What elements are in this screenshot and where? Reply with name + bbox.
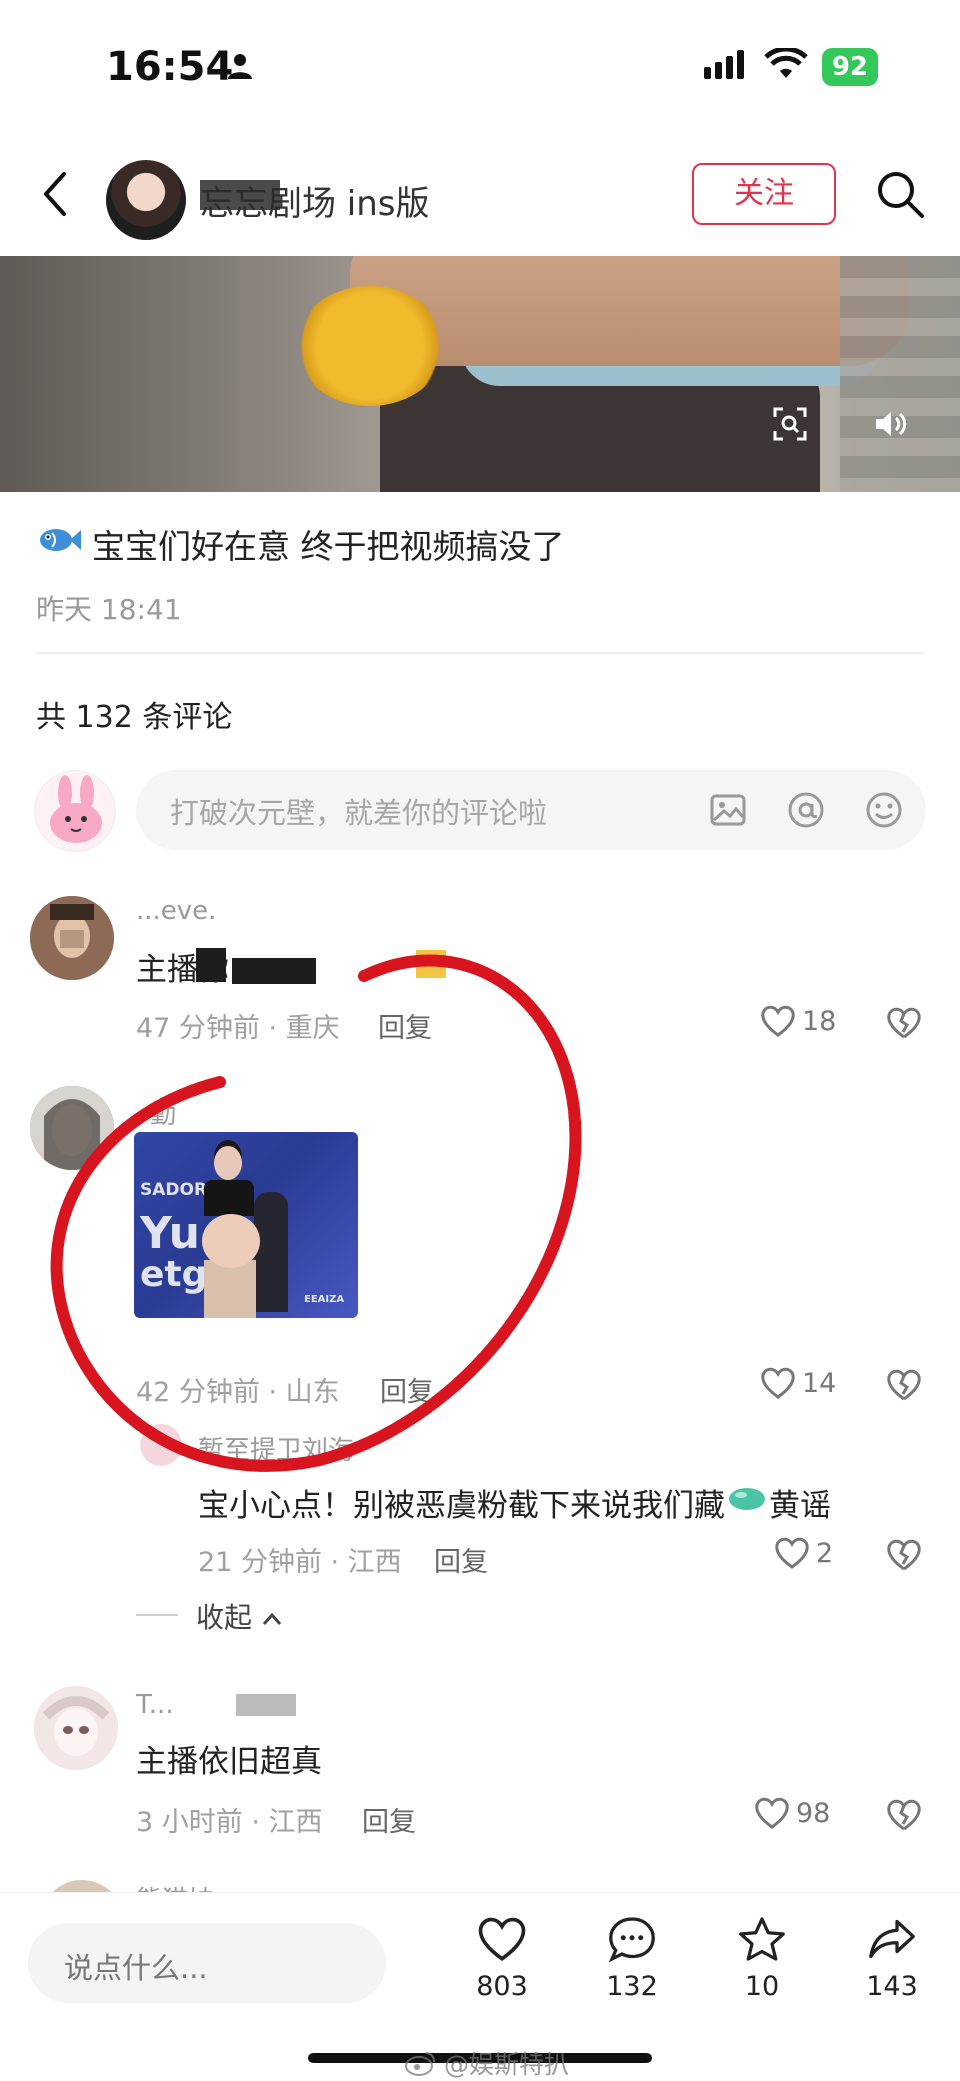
mosaic-block bbox=[236, 1694, 296, 1716]
bottom-action-bar: 说点什么... 803 132 10 143 @娱斯特扒 bbox=[0, 1892, 960, 2081]
comment-time-location: 21 分钟前 · 江西 bbox=[198, 1547, 402, 1578]
image-text: EEAIZA bbox=[304, 1294, 345, 1305]
watermark: @娱斯特扒 bbox=[404, 2045, 569, 2081]
signal-icon bbox=[702, 49, 750, 85]
follow-button[interactable]: 关注 bbox=[692, 163, 836, 225]
comment-count-bottom: 132 bbox=[606, 1971, 658, 2002]
image-text: Yu bbox=[140, 1208, 200, 1259]
like-post-button[interactable]: 803 bbox=[452, 1915, 552, 2002]
back-icon[interactable] bbox=[38, 170, 74, 222]
image-icon[interactable] bbox=[708, 790, 748, 834]
status-time: 16:54 bbox=[106, 44, 234, 90]
post-time: 昨天 18:41 bbox=[36, 593, 182, 626]
post-caption: 宝宝们好在意 终于把视频搞没了 bbox=[38, 520, 565, 568]
comment-post-button[interactable]: 132 bbox=[582, 1915, 682, 2002]
comment-time-location: 3 小时前 · 江西 bbox=[136, 1807, 323, 1838]
reply-button[interactable]: 回复 bbox=[362, 1800, 416, 1839]
like-count: 14 bbox=[802, 1367, 837, 1399]
say-something-placeholder: 说点什么... bbox=[64, 1951, 208, 1985]
collapse-replies-button[interactable]: 收起 bbox=[196, 1596, 283, 1636]
share-post-button[interactable]: 143 bbox=[842, 1915, 942, 2002]
broken-heart-icon[interactable] bbox=[886, 1006, 922, 1044]
broken-heart-icon[interactable] bbox=[886, 1798, 922, 1836]
broken-heart-icon[interactable] bbox=[886, 1538, 922, 1576]
caption-text: 宝宝们好在意 终于把视频搞没了 bbox=[92, 527, 565, 566]
reply-button[interactable]: 回复 bbox=[434, 1540, 488, 1579]
emoji-icon[interactable] bbox=[864, 790, 904, 834]
fish-emoji-icon bbox=[38, 524, 82, 564]
reply-button[interactable]: 回复 bbox=[380, 1370, 434, 1409]
comment-input[interactable]: 打破次元壁，就差你的评论啦 bbox=[136, 770, 926, 850]
person-icon bbox=[226, 52, 254, 84]
comment-text-row: 宝小心点！别被恶虞粉截下来说我们藏 黄谣 bbox=[198, 1480, 831, 1525]
commenter-avatar[interactable] bbox=[140, 1424, 182, 1466]
chevron-up-icon bbox=[261, 1601, 283, 1634]
mosaic-block bbox=[232, 958, 316, 984]
status-icons: 92 bbox=[702, 46, 878, 86]
search-icon[interactable] bbox=[874, 168, 926, 224]
comment-time-location: 42 分钟前 · 山东 bbox=[136, 1377, 340, 1408]
collapse-line bbox=[136, 1614, 178, 1616]
favorite-post-button[interactable]: 10 bbox=[712, 1915, 812, 2002]
video-frame-wall bbox=[840, 256, 960, 492]
like-count: 803 bbox=[476, 1971, 528, 2002]
speaker-icon[interactable] bbox=[872, 406, 908, 446]
video-player[interactable] bbox=[0, 256, 960, 492]
wifi-icon bbox=[764, 46, 808, 86]
commenter-avatar[interactable] bbox=[34, 1686, 118, 1770]
post-header: 忘忘剧场 ins版 关注 bbox=[0, 150, 960, 250]
comment-time-location: 47 分钟前 · 重庆 bbox=[136, 1013, 340, 1044]
watermark-text: @娱斯特扒 bbox=[444, 2050, 570, 2079]
at-mention-icon[interactable] bbox=[786, 790, 826, 834]
like-count: 2 bbox=[816, 1537, 834, 1569]
comment-image[interactable]: SADOR Yu etg EEAIZA bbox=[134, 1132, 358, 1318]
commenter-name[interactable]: T... bbox=[136, 1690, 174, 1720]
comment-input-placeholder: 打破次元壁，就差你的评论啦 bbox=[170, 796, 548, 830]
like-button[interactable]: 98 bbox=[754, 1796, 830, 1830]
like-button[interactable]: 18 bbox=[760, 1004, 836, 1038]
green-pill-emoji-icon bbox=[727, 1484, 767, 1522]
like-button[interactable]: 2 bbox=[774, 1536, 833, 1570]
comment-text: 宝小心点！别被恶虞粉截下来说我们藏 bbox=[198, 1488, 725, 1524]
share-icon bbox=[869, 1919, 915, 1959]
mosaic-block bbox=[416, 950, 446, 978]
status-bar: 16:54 92 bbox=[0, 0, 960, 130]
my-avatar bbox=[34, 770, 116, 852]
comment-text: 主播依旧超真 bbox=[136, 1744, 322, 1780]
mosaic-block bbox=[196, 948, 226, 982]
image-figure bbox=[196, 1142, 260, 1318]
weibo-logo-icon bbox=[405, 2052, 435, 2076]
broken-heart-icon[interactable] bbox=[886, 1368, 922, 1406]
commenter-avatar[interactable] bbox=[30, 1086, 114, 1170]
like-button[interactable]: 14 bbox=[760, 1366, 836, 1400]
like-count: 18 bbox=[802, 1005, 837, 1037]
author-name-mosaic bbox=[200, 180, 280, 210]
commenter-name[interactable]: 勤 bbox=[150, 1094, 176, 1131]
divider bbox=[36, 652, 924, 654]
heart-icon bbox=[478, 1917, 526, 1962]
share-count: 143 bbox=[866, 1971, 918, 2002]
commenter-name[interactable]: 暂至提卫刘海 bbox=[198, 1430, 354, 1467]
video-frame-fluffy-bag bbox=[295, 286, 445, 406]
collapse-label: 收起 bbox=[196, 1601, 253, 1634]
commenter-name[interactable]: ...eve. bbox=[136, 896, 216, 926]
fullscreen-scan-icon[interactable] bbox=[772, 406, 808, 446]
reply-button[interactable]: 回复 bbox=[378, 1006, 432, 1045]
comment-text-tail: 黄谣 bbox=[769, 1488, 831, 1524]
like-count: 98 bbox=[796, 1797, 831, 1829]
author-avatar[interactable] bbox=[106, 160, 186, 240]
comment-count: 共 132 条评论 bbox=[36, 700, 233, 735]
comment-bubble-icon bbox=[608, 1917, 655, 1963]
say-something-input[interactable]: 说点什么... bbox=[28, 1923, 386, 2003]
commenter-avatar[interactable] bbox=[30, 896, 114, 980]
star-icon bbox=[739, 1917, 785, 1961]
battery-indicator: 92 bbox=[821, 48, 878, 86]
star-count: 10 bbox=[744, 1971, 780, 2002]
